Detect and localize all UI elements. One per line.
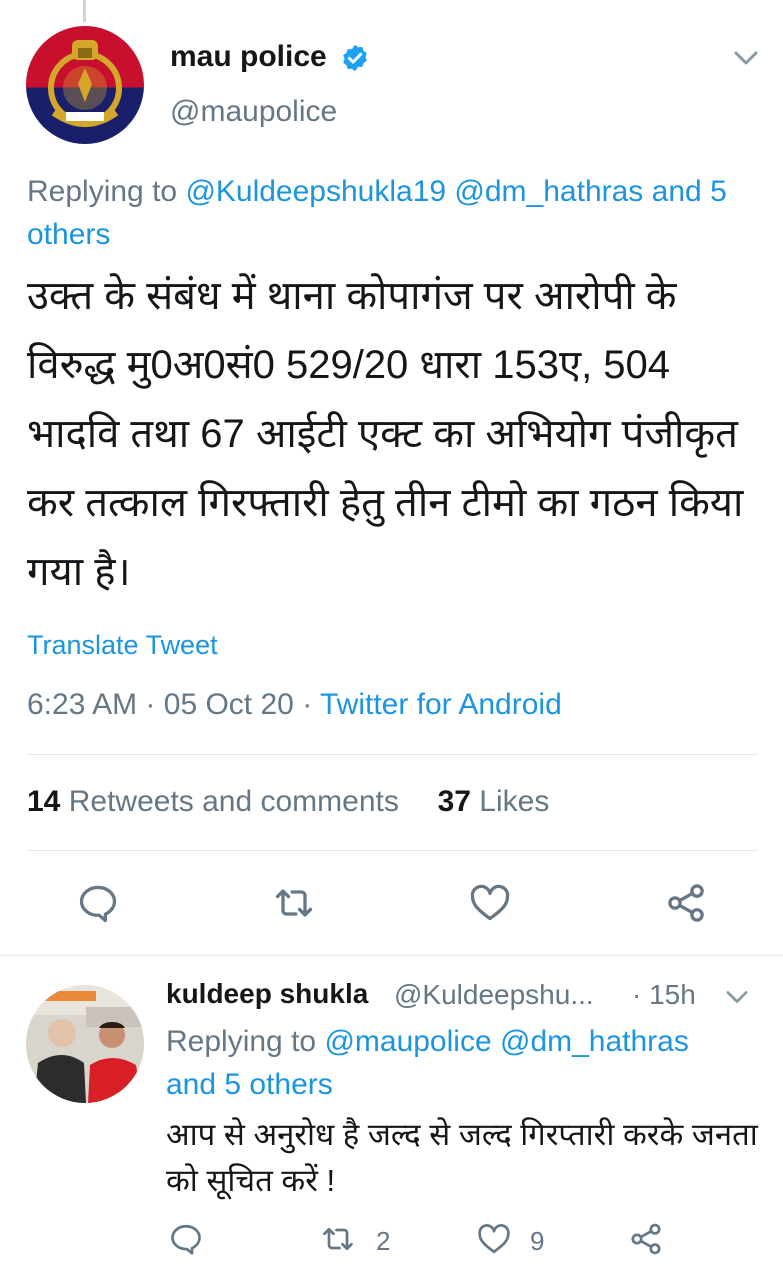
retweet-icon[interactable] bbox=[272, 881, 316, 925]
separator: · bbox=[145, 688, 156, 721]
tweet-time: 6:23 AM bbox=[27, 688, 138, 721]
thread-line bbox=[83, 0, 86, 22]
mention-link[interactable]: @maupolice bbox=[324, 1025, 491, 1058]
chevron-down-icon[interactable] bbox=[722, 986, 752, 1008]
reply-icon[interactable] bbox=[76, 881, 120, 925]
likes-label: Likes bbox=[479, 785, 550, 818]
police-emblem-icon bbox=[48, 40, 122, 127]
separator: · bbox=[302, 688, 313, 721]
reply-author-name[interactable]: kuldeep shukla bbox=[166, 978, 368, 1010]
divider bbox=[27, 754, 758, 755]
reply-timestamp: · 15h bbox=[632, 979, 696, 1010]
like-heart-icon[interactable] bbox=[468, 881, 512, 925]
tweet-metadata: 6:23 AM · 05 Oct 20 · Twitter for Androi… bbox=[27, 688, 562, 722]
retweets-label: Retweets and comments bbox=[68, 785, 399, 818]
avatar[interactable] bbox=[26, 26, 144, 144]
retweet-icon[interactable] bbox=[320, 1221, 356, 1257]
replying-to: Replying to @Kuldeepshukla19 @dm_hathras… bbox=[27, 170, 762, 256]
author-name[interactable]: mau police bbox=[170, 40, 327, 74]
likes-stat[interactable]: 37 Likes bbox=[438, 785, 550, 818]
others-link[interactable]: and 5 others bbox=[166, 1068, 333, 1101]
user-photo bbox=[26, 985, 144, 1103]
tweet-text: उक्त के संबंध में थाना कोपागंज पर आरोपी … bbox=[27, 274, 744, 594]
retweets-stat[interactable]: 14 Retweets and comments bbox=[27, 785, 399, 818]
replying-prefix: Replying to bbox=[166, 1025, 317, 1058]
retweet-count: 2 bbox=[376, 1226, 391, 1256]
mention-link[interactable]: @dm_hathras bbox=[454, 175, 643, 208]
divider bbox=[27, 850, 758, 851]
reply-author-handle[interactable]: @Kuldeepshu... bbox=[394, 979, 594, 1011]
like-count: 9 bbox=[530, 1226, 545, 1256]
tweet-date: 05 Oct 20 bbox=[163, 688, 294, 721]
replying-and[interactable]: and bbox=[652, 175, 702, 208]
reply-avatar[interactable] bbox=[26, 985, 144, 1103]
replying-prefix: Replying to bbox=[27, 175, 178, 208]
retweets-count: 14 bbox=[27, 785, 61, 818]
reply-replying-to: Replying to @maupolice @dm_hathras and 5… bbox=[166, 1020, 766, 1106]
translate-tweet-link[interactable]: Translate Tweet bbox=[27, 630, 218, 661]
share-icon[interactable] bbox=[664, 881, 708, 925]
mention-link[interactable]: @Kuldeepshukla19 bbox=[185, 175, 446, 208]
reply-text: आप से अनुरोध है जल्द से जल्द गिरप्तारी क… bbox=[166, 1117, 758, 1198]
reply-icon[interactable] bbox=[168, 1221, 204, 1257]
likes-count: 37 bbox=[437, 785, 471, 818]
divider bbox=[0, 955, 783, 956]
tweet-source-link[interactable]: Twitter for Android bbox=[320, 688, 562, 721]
tweet-stats: 14 Retweets and comments 37 Likes bbox=[27, 785, 549, 819]
like-heart-icon[interactable] bbox=[476, 1221, 512, 1257]
author-handle[interactable]: @maupolice bbox=[170, 95, 337, 129]
verified-badge-icon bbox=[343, 44, 367, 72]
mention-link[interactable]: @dm_hathras bbox=[500, 1025, 689, 1058]
chevron-down-icon[interactable] bbox=[730, 46, 762, 70]
share-icon[interactable] bbox=[628, 1221, 664, 1257]
